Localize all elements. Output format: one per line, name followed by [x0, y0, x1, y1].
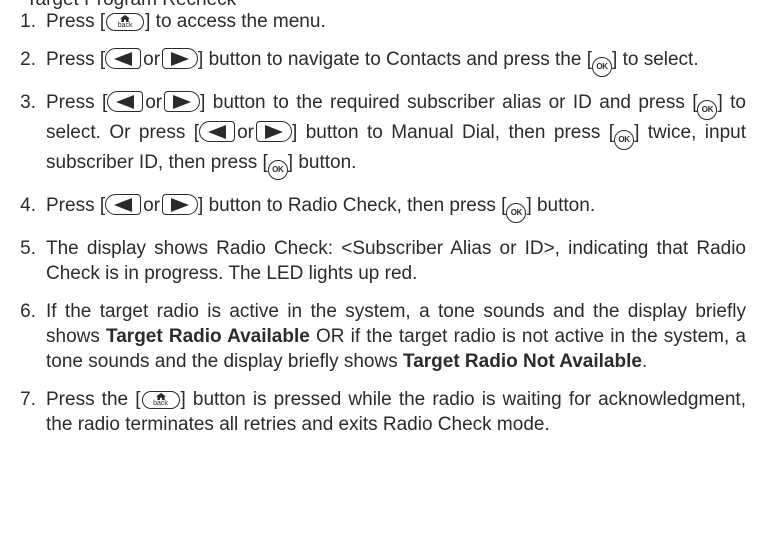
list-item: 4 Press [or] button to Radio Check, then… [0, 193, 764, 223]
step-number: 6 [2, 299, 42, 324]
step-number: 7 [2, 387, 42, 412]
right-arrow-icon [162, 194, 199, 215]
status-text-available: Target Radio Available [106, 326, 310, 347]
right-arrow-icon [164, 91, 201, 112]
left-arrow-icon [105, 194, 142, 215]
list-item: 3 Press [or] button to the required subs… [0, 90, 764, 180]
back-button-icon: back [141, 391, 180, 409]
ok-button-icon: OK [506, 203, 527, 223]
manual-page: Target Program Recheck 1 Press [back] to… [0, 0, 764, 533]
step-number: 4 [2, 193, 42, 218]
left-arrow-icon [107, 91, 144, 112]
right-arrow-icon [162, 48, 199, 69]
back-button-icon: back [106, 13, 145, 31]
step-number: 2 [2, 47, 42, 72]
step-number: 3 [2, 90, 42, 115]
step-number: 1 [2, 9, 42, 34]
right-arrow-icon [255, 121, 292, 142]
ok-button-icon: OK [592, 57, 613, 77]
ok-button-icon: OK [267, 160, 288, 180]
status-text-not-available: Target Radio Not Available [403, 351, 642, 372]
list-item: 2 Press [or] button to navigate to Conta… [0, 47, 764, 77]
step-number: 5 [2, 236, 42, 261]
list-item: 1 Press [back] to access the menu. [0, 9, 764, 34]
ok-button-icon: OK [697, 100, 718, 120]
left-arrow-icon [199, 121, 236, 142]
list-item: 6 If the target radio is active in the s… [0, 299, 764, 374]
list-item: 5 The display shows Radio Check: <Subscr… [0, 236, 764, 286]
list-item: 7 Press the [back] button is pressed whi… [0, 387, 764, 437]
ok-button-icon: OK [614, 130, 635, 150]
left-arrow-icon [105, 48, 142, 69]
steps-list: 1 Press [back] to access the menu. 2 Pre… [0, 9, 764, 450]
